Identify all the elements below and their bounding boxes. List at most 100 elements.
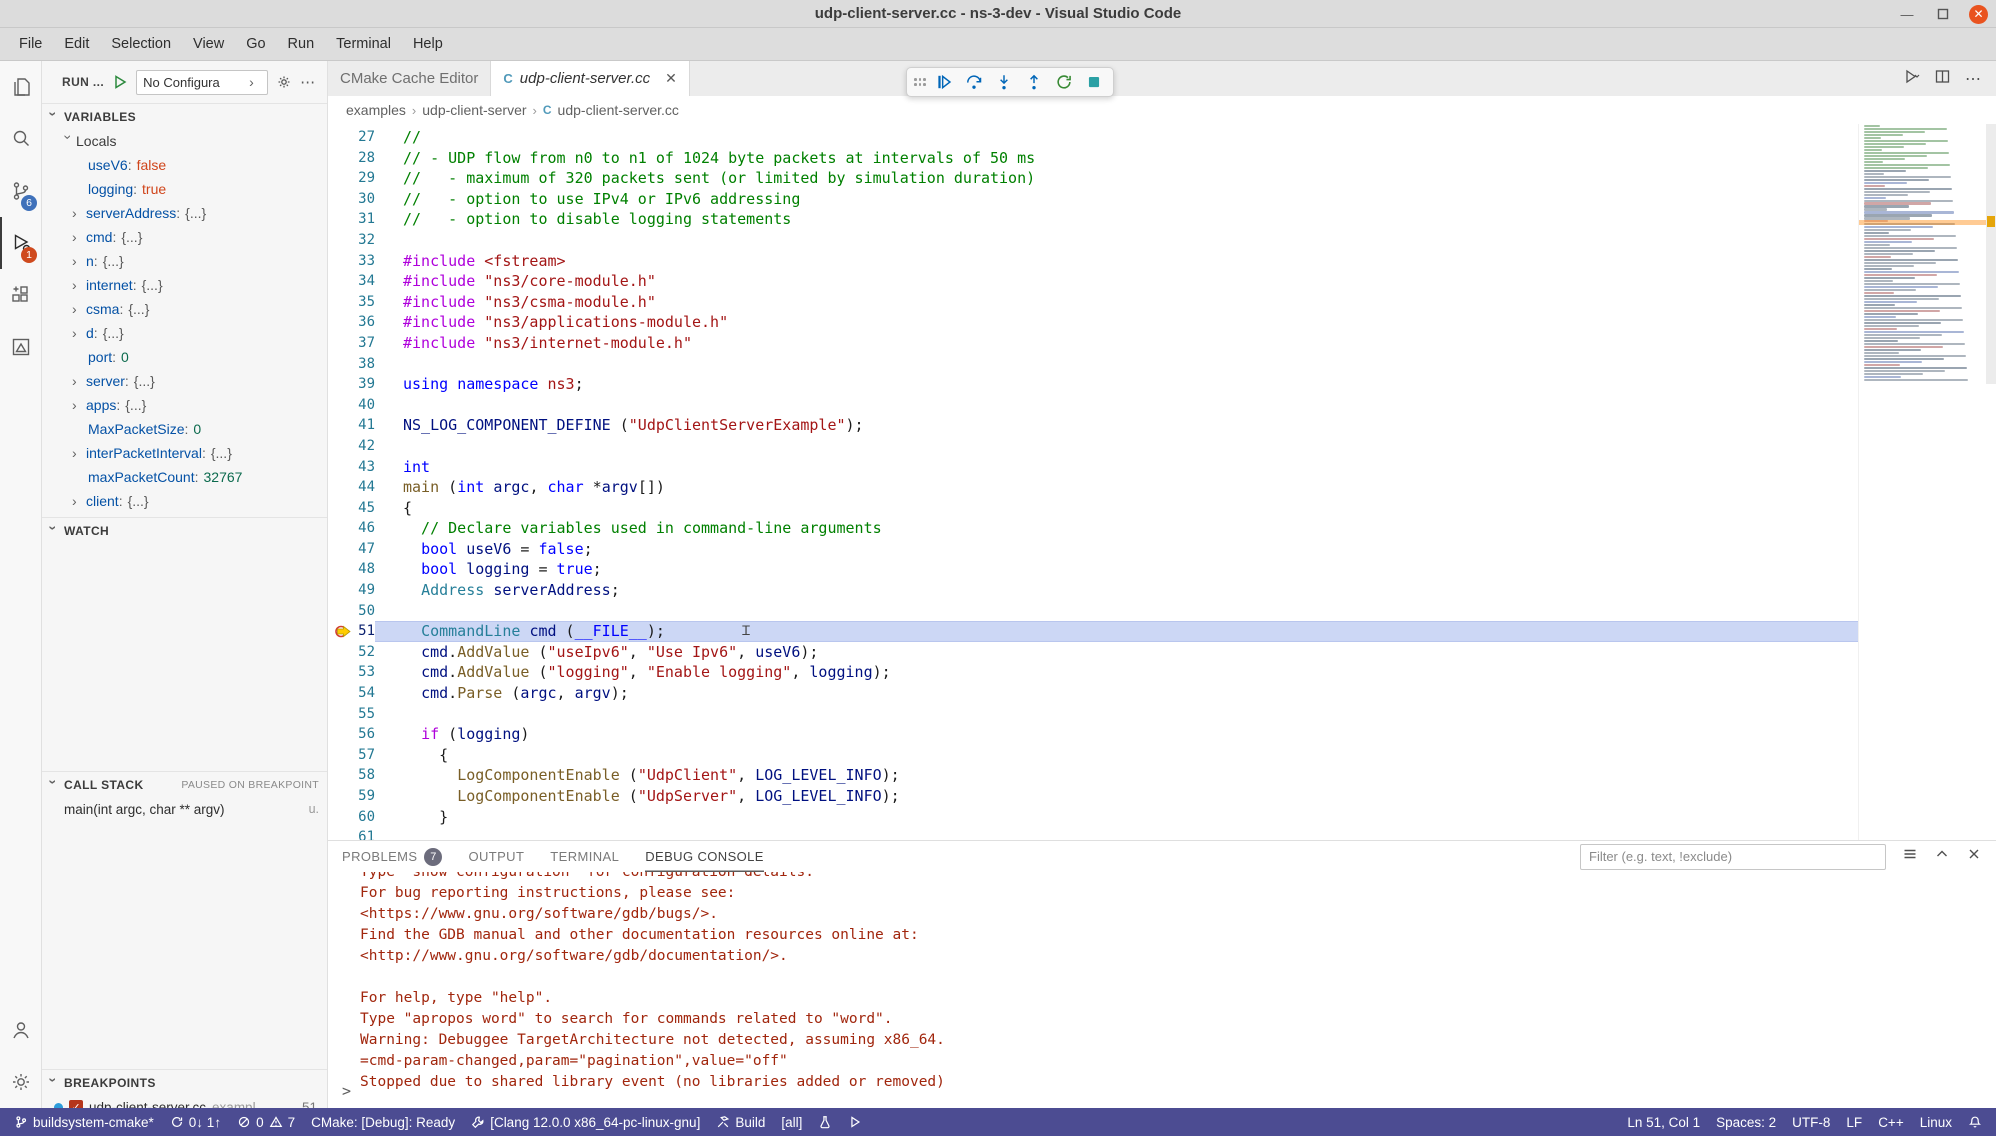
stack-frame[interactable]: main(int argc, char ** argv) u. bbox=[42, 797, 327, 821]
code-line-41[interactable]: 41NS_LOG_COMPONENT_DEFINE ("UdpClientSer… bbox=[328, 415, 1996, 436]
line-number[interactable]: 33 bbox=[328, 251, 375, 272]
git-branch-item[interactable]: buildsystem-cmake* bbox=[6, 1108, 162, 1136]
line-number[interactable]: 46 bbox=[328, 518, 375, 539]
close-icon[interactable]: ✕ bbox=[1969, 5, 1988, 24]
eol-item[interactable]: LF bbox=[1838, 1115, 1870, 1130]
variable-row-d[interactable]: ›d:{...} bbox=[42, 321, 327, 345]
cmake-kit-item[interactable]: [Clang 12.0.0 x86_64-pc-linux-gnu] bbox=[463, 1108, 708, 1136]
code-line-43[interactable]: 43int bbox=[328, 457, 1996, 478]
line-number[interactable]: 50 bbox=[328, 601, 375, 622]
line-number[interactable]: 35 bbox=[328, 292, 375, 313]
step-over-button[interactable] bbox=[961, 69, 987, 95]
tab-udp-client-server[interactable]: C udp-client-server.cc ✕ bbox=[491, 61, 689, 96]
code-line-61[interactable]: 61 bbox=[328, 827, 1996, 840]
code-line-30[interactable]: 30// - option to use IPv4 or IPv6 addres… bbox=[328, 189, 1996, 210]
line-number[interactable]: 30 bbox=[328, 189, 375, 210]
cmake-status-item[interactable]: CMake: [Debug]: Ready bbox=[303, 1108, 463, 1136]
run-or-debug-icon[interactable] bbox=[1903, 68, 1920, 90]
cmake-tools-icon[interactable] bbox=[0, 321, 41, 373]
code-line-55[interactable]: 55 bbox=[328, 704, 1996, 725]
code-line-60[interactable]: 60 } bbox=[328, 807, 1996, 828]
maximize-icon[interactable] bbox=[1933, 4, 1953, 24]
code-line-36[interactable]: 36#include "ns3/applications-module.h" bbox=[328, 312, 1996, 333]
locals-scope[interactable]: › Locals bbox=[42, 129, 327, 153]
code-line-39[interactable]: 39using namespace ns3; bbox=[328, 374, 1996, 395]
console-filter-input[interactable] bbox=[1580, 844, 1886, 870]
debug-config-dropdown[interactable]: No Configura › bbox=[136, 70, 268, 95]
code-line-38[interactable]: 38 bbox=[328, 354, 1996, 375]
code-line-53[interactable]: 53 cmd.AddValue ("logging", "Enable logg… bbox=[328, 662, 1996, 683]
line-number[interactable]: 39 bbox=[328, 374, 375, 395]
step-out-button[interactable] bbox=[1021, 69, 1047, 95]
line-number[interactable]: 42 bbox=[328, 436, 375, 457]
code-line-48[interactable]: 48 bool logging = true; bbox=[328, 559, 1996, 580]
continue-button[interactable] bbox=[931, 69, 957, 95]
line-number[interactable]: 59 bbox=[328, 786, 375, 807]
menu-item-go[interactable]: Go bbox=[235, 31, 276, 57]
notifications-item[interactable] bbox=[1960, 1115, 1990, 1129]
watch-header[interactable]: › WATCH bbox=[42, 517, 327, 543]
close-panel-icon[interactable] bbox=[1966, 846, 1982, 867]
code-line-32[interactable]: 32 bbox=[328, 230, 1996, 251]
variable-row-csma[interactable]: ›csma:{...} bbox=[42, 297, 327, 321]
line-number[interactable]: 54 bbox=[328, 683, 375, 704]
tab-debug-console[interactable]: DEBUG CONSOLE bbox=[645, 841, 764, 872]
indentation-item[interactable]: Spaces: 2 bbox=[1708, 1115, 1784, 1130]
code-line-45[interactable]: 45{ bbox=[328, 498, 1996, 519]
line-number[interactable]: 40 bbox=[328, 395, 375, 416]
line-number[interactable]: 52 bbox=[328, 642, 375, 663]
line-number[interactable]: 34 bbox=[328, 271, 375, 292]
line-number[interactable]: 60 bbox=[328, 807, 375, 828]
variables-header[interactable]: › VARIABLES bbox=[42, 103, 327, 129]
menu-item-edit[interactable]: Edit bbox=[53, 31, 100, 57]
line-number[interactable]: 31 bbox=[328, 209, 375, 230]
minimap[interactable] bbox=[1858, 124, 1986, 840]
code-line-58[interactable]: 58 LogComponentEnable ("UdpClient", LOG_… bbox=[328, 765, 1996, 786]
code-line-46[interactable]: 46 // Declare variables used in command-… bbox=[328, 518, 1996, 539]
extensions-icon[interactable] bbox=[0, 269, 41, 321]
code-line-44[interactable]: 44main (int argc, char *argv[]) bbox=[328, 477, 1996, 498]
line-number[interactable]: 49 bbox=[328, 580, 375, 601]
line-number[interactable]: 29 bbox=[328, 168, 375, 189]
code-editor[interactable]: 27//28// - UDP flow from n0 to n1 of 102… bbox=[328, 124, 1996, 840]
os-item[interactable]: Linux bbox=[1912, 1115, 1960, 1130]
line-number[interactable]: 38 bbox=[328, 354, 375, 375]
tab-output[interactable]: OUTPUT bbox=[468, 841, 524, 872]
debug-console-output[interactable]: Type "show configuration" for configurat… bbox=[328, 872, 1996, 1108]
stop-button[interactable] bbox=[1081, 69, 1107, 95]
code-line-28[interactable]: 28// - UDP flow from n0 to n1 of 1024 by… bbox=[328, 148, 1996, 169]
code-line-27[interactable]: 27// bbox=[328, 127, 1996, 148]
accounts-icon[interactable] bbox=[0, 1004, 41, 1056]
line-number[interactable]: 45 bbox=[328, 498, 375, 519]
code-line-34[interactable]: 34#include "ns3/core-module.h" bbox=[328, 271, 1996, 292]
restart-button[interactable] bbox=[1051, 69, 1077, 95]
variable-row-serverAddress[interactable]: ›serverAddress:{...} bbox=[42, 201, 327, 225]
call-stack-header[interactable]: › CALL STACK PAUSED ON BREAKPOINT bbox=[42, 771, 327, 797]
code-line-54[interactable]: 54 cmd.Parse (argc, argv); bbox=[328, 683, 1996, 704]
editor-scrollbar[interactable] bbox=[1986, 124, 1996, 384]
menu-item-file[interactable]: File bbox=[8, 31, 53, 57]
code-line-40[interactable]: 40 bbox=[328, 395, 1996, 416]
source-control-icon[interactable]: 6 bbox=[0, 165, 41, 217]
run-debug-icon[interactable]: 1 bbox=[0, 217, 41, 269]
code-line-31[interactable]: 31// - option to disable logging stateme… bbox=[328, 209, 1996, 230]
line-number[interactable]: 53 bbox=[328, 662, 375, 683]
variable-row-apps[interactable]: ›apps:{...} bbox=[42, 393, 327, 417]
variable-row-internet[interactable]: ›internet:{...} bbox=[42, 273, 327, 297]
editor-more-actions-icon[interactable]: ⋯ bbox=[1965, 69, 1982, 89]
code-line-51[interactable]: 51 CommandLine cmd (__FILE__); bbox=[328, 621, 1996, 642]
variable-row-client[interactable]: ›client:{...} bbox=[42, 489, 327, 513]
menu-item-view[interactable]: View bbox=[182, 31, 235, 57]
code-line-37[interactable]: 37#include "ns3/internet-module.h" bbox=[328, 333, 1996, 354]
cmake-build-item[interactable]: Build bbox=[708, 1108, 773, 1136]
variable-row-MaxPacketSize[interactable]: MaxPacketSize:0 bbox=[42, 417, 327, 441]
sync-changes-item[interactable]: 0↓ 1↑ bbox=[162, 1108, 229, 1136]
code-line-52[interactable]: 52 cmd.AddValue ("useIpv6", "Use Ipv6", … bbox=[328, 642, 1996, 663]
variable-row-interPacketInterval[interactable]: ›interPacketInterval:{...} bbox=[42, 441, 327, 465]
breakpoints-header[interactable]: › BREAKPOINTS bbox=[42, 1069, 327, 1095]
variable-row-cmd[interactable]: ›cmd:{...} bbox=[42, 225, 327, 249]
line-number[interactable]: 57 bbox=[328, 745, 375, 766]
problems-item[interactable]: 0 7 bbox=[229, 1108, 303, 1136]
ctest-item[interactable] bbox=[810, 1108, 840, 1136]
line-number[interactable]: 32 bbox=[328, 230, 375, 251]
